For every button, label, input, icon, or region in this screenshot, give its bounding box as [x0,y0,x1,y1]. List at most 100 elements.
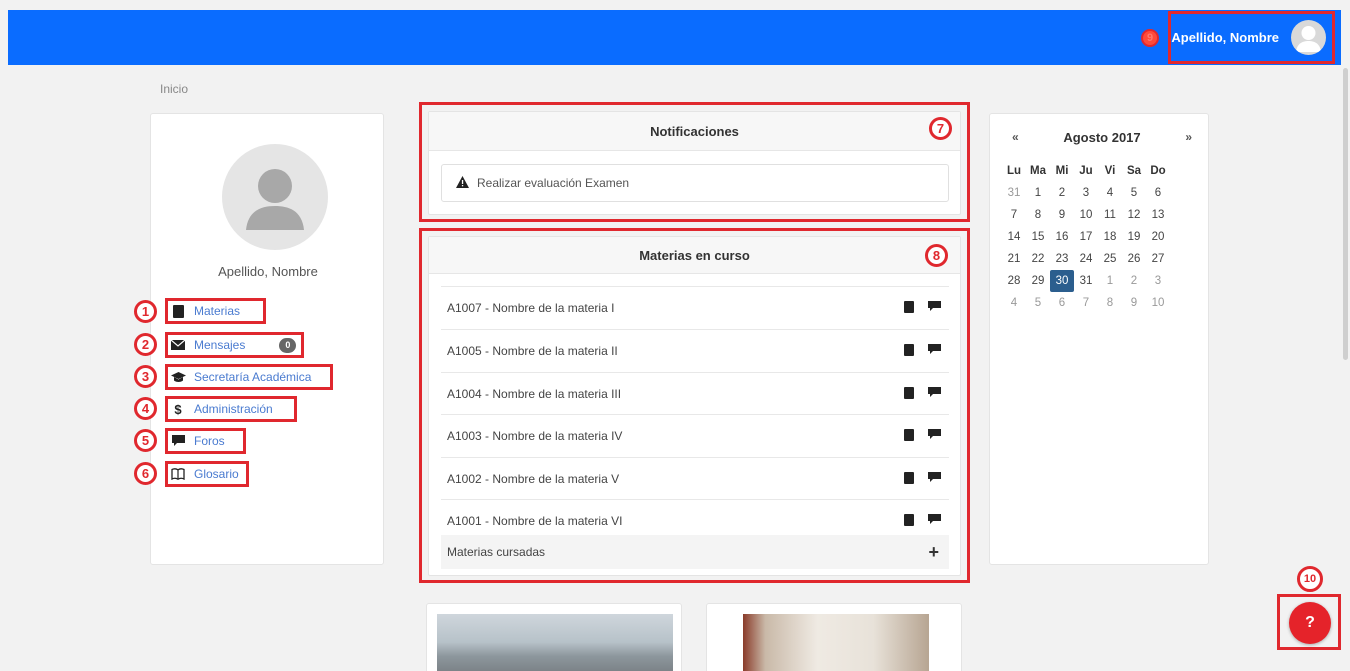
user-name[interactable]: Apellido, Nombre [1171,30,1279,45]
calendar-day[interactable]: 31 [1002,182,1026,204]
news-card[interactable] [706,603,962,671]
calendar-day[interactable]: 1 [1098,270,1122,292]
calendar-day[interactable]: 14 [1002,226,1026,248]
calendar-prev-button[interactable]: « [1012,130,1019,145]
calendar-day[interactable]: 29 [1026,270,1050,292]
sidebar-item-mensajes[interactable]: Mensajes 0 [165,332,304,358]
calendar-day[interactable]: 27 [1146,248,1170,270]
news-image[interactable] [437,614,673,671]
book-icon[interactable] [904,386,914,402]
calendar-day[interactable]: 15 [1026,226,1050,248]
calendar-day[interactable]: 11 [1098,204,1122,226]
sidebar-item-secretaria[interactable]: Secretaría Académica [165,364,333,390]
completed-courses-label[interactable]: Materias cursadas [447,545,545,559]
course-row[interactable]: A1005 - Nombre de la materia II [441,329,949,372]
comment-icon[interactable] [928,387,941,401]
calendar-day[interactable]: 2 [1050,182,1074,204]
course-row[interactable]: A1003 - Nombre de la materia IV [441,414,949,457]
calendar-day[interactable]: 2 [1122,270,1146,292]
sidebar-item-label: Foros [194,434,225,448]
sidebar-item-materias[interactable]: Materias [165,298,266,324]
course-name[interactable]: A1005 - Nombre de la materia II [447,344,618,358]
calendar-day[interactable]: 5 [1026,292,1050,314]
calendar-day[interactable]: 28 [1002,270,1026,292]
course-name[interactable]: A1003 - Nombre de la materia IV [447,429,622,443]
notification-item[interactable]: Realizar evaluación Examen [441,164,949,202]
book-icon[interactable] [904,300,914,316]
breadcrumb[interactable]: Inicio [160,82,188,96]
calendar-day[interactable]: 13 [1146,204,1170,226]
comment-icon [170,435,186,447]
marker-3: 3 [134,365,157,388]
marker-6: 6 [134,462,157,485]
calendar-day[interactable]: 4 [1098,182,1122,204]
help-button[interactable]: ? [1289,602,1331,644]
calendar-day[interactable]: 24 [1074,248,1098,270]
calendar-day[interactable]: 12 [1122,204,1146,226]
calendar-day[interactable]: 5 [1122,182,1146,204]
expand-plus-icon[interactable]: + [928,542,939,563]
calendar-day[interactable]: 20 [1146,226,1170,248]
completed-courses-row[interactable]: Materias cursadas + [441,535,949,569]
scrollbar-thumb[interactable] [1343,68,1348,360]
user-avatar-icon[interactable] [1291,20,1326,55]
calendar-day[interactable]: 19 [1122,226,1146,248]
calendar-day[interactable]: 6 [1050,292,1074,314]
calendar-day[interactable]: 4 [1002,292,1026,314]
calendar-day[interactable]: 16 [1050,226,1074,248]
warning-icon [456,175,469,191]
course-name[interactable]: A1002 - Nombre de la materia V [447,472,619,486]
sidebar-item-foros[interactable]: Foros [165,428,246,454]
calendar-day[interactable]: 3 [1146,270,1170,292]
sidebar-item-label: Glosario [194,467,239,481]
calendar-day[interactable]: 18 [1098,226,1122,248]
calendar-day[interactable]: 26 [1122,248,1146,270]
book-icon[interactable] [904,428,914,444]
calendar-day[interactable]: 1 [1026,182,1050,204]
comment-icon[interactable] [928,514,941,528]
calendar-day[interactable]: 17 [1074,226,1098,248]
calendar-day[interactable]: 22 [1026,248,1050,270]
calendar-day[interactable]: 8 [1098,292,1122,314]
course-row[interactable]: A1007 - Nombre de la materia I [441,286,949,329]
calendar-day[interactable]: 7 [1002,204,1026,226]
calendar-day[interactable]: 7 [1074,292,1098,314]
calendar-day[interactable]: 9 [1122,292,1146,314]
course-name[interactable]: A1001 - Nombre de la materia VI [447,514,622,528]
comment-icon[interactable] [928,472,941,486]
course-name[interactable]: A1004 - Nombre de la materia III [447,387,621,401]
book-icon[interactable] [904,471,914,487]
user-menu[interactable]: Apellido, Nombre [1168,11,1335,64]
calendar-day[interactable]: 3 [1074,182,1098,204]
calendar-day[interactable]: 8 [1026,204,1050,226]
profile-avatar-icon [222,144,328,250]
comment-icon[interactable] [928,429,941,443]
calendar-day[interactable]: 31 [1074,270,1098,292]
sidebar-item-label: Mensajes [194,338,246,352]
calendar-day[interactable]: 23 [1050,248,1074,270]
sidebar-item-administracion[interactable]: $ Administración [165,396,297,422]
comment-icon[interactable] [928,301,941,315]
course-row[interactable]: A1004 - Nombre de la materia III [441,372,949,415]
news-image[interactable] [743,614,929,671]
comment-icon[interactable] [928,344,941,358]
book-icon[interactable] [904,513,914,529]
calendar-day[interactable]: 10 [1074,204,1098,226]
calendar-day[interactable]: 10 [1146,292,1170,314]
news-card[interactable] [426,603,682,671]
calendar-day[interactable]: 9 [1050,204,1074,226]
sidebar-item-glosario[interactable]: Glosario [165,461,249,487]
book-icon[interactable] [904,343,914,359]
calendar-day[interactable]: 6 [1146,182,1170,204]
course-name[interactable]: A1007 - Nombre de la materia I [447,301,614,315]
marker-2: 2 [134,333,157,356]
calendar-day[interactable]: 25 [1098,248,1122,270]
course-row[interactable]: A1002 - Nombre de la materia V [441,457,949,500]
sidebar-item-label: Materias [194,304,241,318]
calendar-day[interactable]: 21 [1002,248,1026,270]
calendar-month-title: Agosto 2017 [1063,130,1141,145]
marker-7: 7 [929,117,952,140]
calendar-next-button[interactable]: » [1185,130,1192,145]
calendar-day-selected[interactable]: 30 [1050,270,1074,292]
page: 9 Apellido, Nombre Inicio Apellido, Nomb… [0,0,1350,671]
